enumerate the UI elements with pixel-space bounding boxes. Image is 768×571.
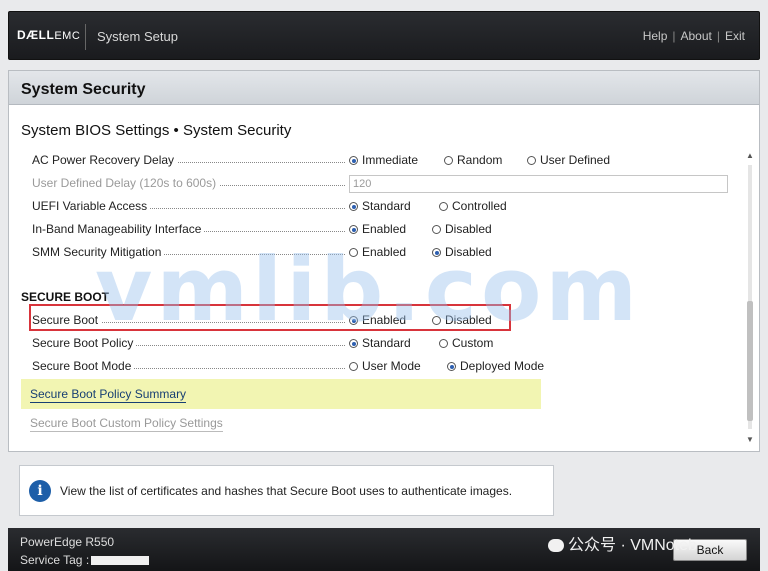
settings-panel: System Security System BIOS Settings • S…	[8, 70, 760, 452]
radio-selected-icon	[432, 248, 441, 257]
model-name: PowerEdge R550	[20, 535, 115, 549]
setting-label: SMM Security Mitigation	[32, 245, 165, 259]
radio-empty-icon	[432, 225, 441, 234]
scroll-up-arrow-icon[interactable]: ▲	[746, 151, 754, 160]
policy-summary-link[interactable]: Secure Boot Policy Summary	[30, 387, 187, 403]
custom-policy-settings-link[interactable]: Secure Boot Custom Policy Settings	[30, 416, 223, 432]
dell-emc-logo: DÆLLEMC	[17, 28, 81, 42]
section-title: System Security	[21, 81, 146, 98]
setting-label: AC Power Recovery Delay	[32, 153, 178, 167]
policy-summary-row[interactable]: Secure Boot Policy Summary	[21, 379, 541, 409]
settings-list: AC Power Recovery Delay Immediate Random…	[21, 151, 741, 447]
setting-label: Secure Boot Policy	[32, 336, 137, 350]
breadcrumb: System BIOS Settings • System Security	[21, 122, 292, 139]
radio-empty-icon	[444, 156, 453, 165]
setting-in-band-manageability: In-Band Manageability Interface Enabled …	[21, 220, 741, 240]
header-links: Help | About | Exit	[643, 29, 745, 43]
radio-user-defined[interactable]: User Defined	[527, 153, 610, 167]
radio-empty-icon	[439, 202, 448, 211]
radio-deployed-mode[interactable]: Deployed Mode	[447, 359, 544, 373]
radio-enabled[interactable]: Enabled	[349, 245, 406, 259]
radio-immediate[interactable]: Immediate	[349, 153, 418, 167]
header-divider	[85, 24, 86, 50]
highlight-annotation-box	[29, 304, 511, 331]
setting-uefi-variable-access: UEFI Variable Access Standard Controlled	[21, 197, 741, 217]
radio-user-mode[interactable]: User Mode	[349, 359, 421, 373]
about-link[interactable]: About	[681, 29, 712, 43]
redacted-value	[91, 556, 150, 565]
setting-smm-security-mitigation: SMM Security Mitigation Enabled Disabled	[21, 243, 741, 263]
header-bar: DÆLLEMC System Setup Help | About | Exit	[8, 11, 760, 60]
radio-controlled[interactable]: Controlled	[439, 199, 507, 213]
service-tag: Service Tag :	[20, 553, 150, 567]
radio-selected-icon	[447, 362, 456, 371]
radio-disabled[interactable]: Disabled	[432, 222, 492, 236]
radio-selected-icon	[349, 339, 358, 348]
radio-selected-icon	[349, 202, 358, 211]
scroll-down-arrow-icon[interactable]: ▼	[746, 435, 754, 444]
link-separator: |	[672, 29, 676, 43]
radio-selected-icon	[349, 156, 358, 165]
radio-standard[interactable]: Standard	[349, 199, 411, 213]
back-button[interactable]: Back	[673, 539, 747, 561]
radio-empty-icon	[349, 248, 358, 257]
help-link[interactable]: Help	[643, 29, 668, 43]
link-separator: |	[716, 29, 720, 43]
exit-link[interactable]: Exit	[725, 29, 745, 43]
radio-empty-icon	[527, 156, 536, 165]
setting-secure-boot-policy: Secure Boot Policy Standard Custom	[21, 334, 741, 354]
user-delay-input: 120	[349, 175, 728, 193]
footer-bar: PowerEdge R550 Service Tag : Back	[8, 528, 760, 571]
radio-disabled[interactable]: Disabled	[432, 245, 492, 259]
vertical-scrollbar[interactable]: ▲ ▼	[745, 151, 755, 447]
setting-label: In-Band Manageability Interface	[32, 222, 205, 236]
radio-empty-icon	[439, 339, 448, 348]
setting-ac-power-recovery-delay: AC Power Recovery Delay Immediate Random…	[21, 151, 741, 171]
radio-empty-icon	[349, 362, 358, 371]
radio-standard[interactable]: Standard	[349, 336, 411, 350]
radio-custom[interactable]: Custom	[439, 336, 493, 350]
setting-user-defined-delay: User Defined Delay (120s to 600s) 120	[21, 174, 741, 194]
help-info-box: i View the list of certificates and hash…	[19, 465, 554, 516]
secure-boot-heading: SECURE BOOT	[21, 290, 110, 304]
setting-label: Secure Boot Mode	[32, 359, 135, 373]
setting-label: UEFI Variable Access	[32, 199, 151, 213]
radio-enabled[interactable]: Enabled	[349, 222, 406, 236]
app-title: System Setup	[97, 29, 178, 44]
help-text: View the list of certificates and hashes…	[60, 484, 513, 498]
radio-random[interactable]: Random	[444, 153, 502, 167]
info-icon: i	[29, 480, 51, 502]
setting-label: User Defined Delay (120s to 600s)	[32, 176, 220, 190]
setting-secure-boot-mode: Secure Boot Mode User Mode Deployed Mode	[21, 357, 741, 377]
radio-selected-icon	[349, 225, 358, 234]
scroll-thumb[interactable]	[747, 301, 753, 421]
